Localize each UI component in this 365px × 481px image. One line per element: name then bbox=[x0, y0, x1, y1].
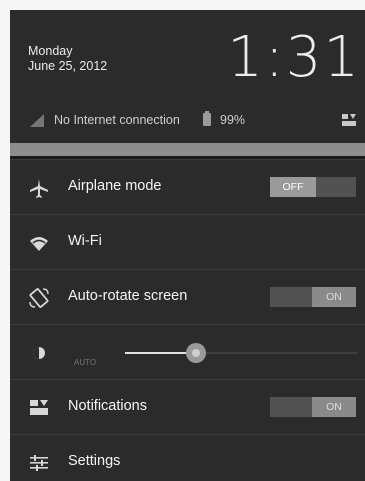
setting-airplane-mode[interactable]: Airplane mode OFF bbox=[10, 159, 365, 214]
notifications-small-icon bbox=[342, 114, 356, 126]
settings-sliders-icon bbox=[30, 455, 48, 471]
clock: 1:31 bbox=[227, 25, 361, 90]
brightness-auto-label[interactable]: AUTO bbox=[74, 358, 96, 367]
header-divider bbox=[10, 143, 365, 156]
setting-notifications-label: Notifications bbox=[68, 398, 147, 414]
wifi-icon bbox=[30, 237, 48, 251]
setting-settings-label: Settings bbox=[68, 453, 121, 469]
setting-notifications[interactable]: Notifications ON bbox=[10, 379, 365, 434]
auto-rotate-toggle-state: ON bbox=[312, 287, 356, 307]
setting-wifi[interactable]: Wi-Fi bbox=[10, 214, 365, 269]
network-status-text: No Internet connection bbox=[54, 113, 180, 127]
airplane-mode-toggle-state: OFF bbox=[270, 177, 316, 197]
notifications-icon bbox=[30, 400, 48, 415]
day-label: Monday bbox=[28, 44, 73, 58]
signal-icon bbox=[30, 114, 44, 127]
setting-auto-rotate[interactable]: Auto-rotate screen ON bbox=[10, 269, 365, 324]
setting-brightness: AUTO bbox=[10, 324, 365, 379]
date-label: June 25, 2012 bbox=[28, 59, 108, 73]
battery-percent: 99% bbox=[220, 113, 246, 127]
status-line: No Internet connection 99% bbox=[10, 110, 365, 130]
brightness-slider-handle[interactable] bbox=[186, 343, 206, 363]
airplane-icon bbox=[30, 179, 48, 198]
header: Monday June 25, 2012 1:31 No Internet co… bbox=[10, 10, 365, 142]
setting-wifi-label: Wi-Fi bbox=[68, 233, 102, 249]
quick-settings-panel: Monday June 25, 2012 1:31 No Internet co… bbox=[10, 10, 365, 481]
airplane-mode-toggle[interactable]: OFF bbox=[270, 177, 356, 197]
auto-rotate-toggle[interactable]: ON bbox=[270, 287, 356, 307]
brightness-icon bbox=[33, 347, 45, 359]
brightness-slider-fill bbox=[125, 352, 191, 354]
notifications-toggle-state: ON bbox=[312, 397, 356, 417]
battery-icon bbox=[203, 111, 211, 126]
setting-auto-rotate-label: Auto-rotate screen bbox=[68, 288, 188, 304]
rotate-icon bbox=[29, 288, 49, 308]
notifications-toggle[interactable]: ON bbox=[270, 397, 356, 417]
setting-settings[interactable]: Settings bbox=[10, 434, 365, 481]
setting-airplane-mode-label: Airplane mode bbox=[68, 178, 162, 194]
